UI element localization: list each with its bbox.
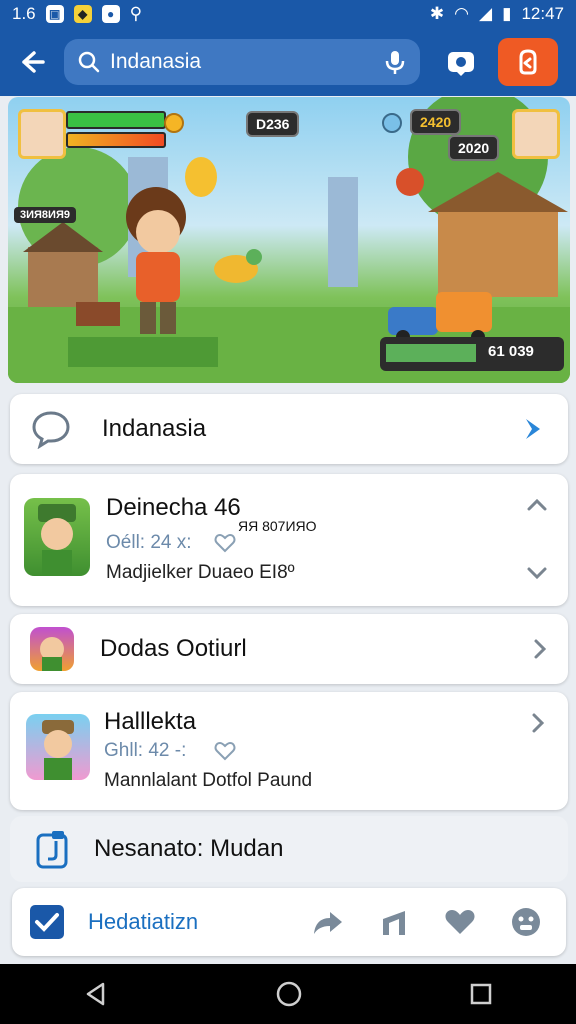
back-arrow-icon [22, 51, 45, 73]
item-subtitle: Ghll: 42 -: [104, 740, 187, 761]
hud-score: 2420 [410, 109, 462, 135]
item-title: Deinecha 46 [106, 494, 241, 521]
item-subtitle: Oéll: 24 x: [106, 532, 192, 553]
app-thumbnail [24, 498, 90, 576]
signal-icon: ◢ [479, 4, 493, 23]
checkbox-icon[interactable] [28, 903, 66, 941]
chevron-down-icon[interactable] [526, 566, 548, 580]
nav-recents-icon[interactable] [469, 982, 493, 1006]
player-avatar [18, 109, 66, 159]
item-badge: ЯЯ 807ИЯО [238, 518, 317, 534]
opponent-avatar [512, 109, 560, 159]
nav-back-icon[interactable] [83, 981, 109, 1007]
status-text: 1.6 [12, 4, 36, 23]
item-description: Madjielker Duaeo EI8º [106, 562, 295, 583]
item-description: Mannlalant Dotfol Paund [104, 770, 313, 791]
health-bar [66, 111, 166, 148]
search-query: Indanasia [110, 50, 202, 73]
share-button[interactable] [304, 902, 352, 942]
share-app-icon [519, 49, 537, 75]
nav-home-icon[interactable] [275, 980, 303, 1008]
heart-icon [445, 910, 475, 934]
list-item[interactable]: Dodas Ootiurl [10, 614, 568, 684]
app-thumbnail [26, 714, 90, 780]
battery-icon: ▮ [502, 4, 512, 23]
chevron-up-icon[interactable] [526, 498, 548, 512]
coin-icon [164, 113, 184, 133]
app-thumbnail [30, 627, 74, 671]
notice-label: Nesanato: Mudan [94, 835, 284, 862]
app-bar: Indanasia [0, 28, 576, 96]
camera-icon [448, 52, 474, 76]
game-banner[interactable]: D236 2420 2020 3ИЯ8ИЯ9 61 039 [8, 97, 570, 383]
banner-side-label: 3ИЯ8ИЯ9 [14, 207, 76, 223]
list-item[interactable]: Halllekta Ghll: 42 -: Mannlalant Dotfol … [10, 692, 568, 810]
chevron-right-icon[interactable] [530, 712, 546, 734]
status-bar: 1.6 ▣ ◆ ● ⚲ ✱ ◠ ◢ ▮ 12:47 [0, 0, 576, 28]
wifi-icon: ◠ [454, 4, 470, 23]
search-icon [78, 51, 100, 73]
back-button[interactable] [10, 40, 54, 84]
bottom-action-bar: Hedatiatizn [12, 888, 566, 956]
search-input[interactable]: Indanasia [64, 39, 420, 85]
smiley-icon [512, 908, 540, 936]
notice-row[interactable]: Nesanato: Mudan [10, 816, 568, 882]
item-title: Dodas Ootiurl [100, 635, 247, 662]
chat-bubble-icon [32, 411, 70, 449]
location-icon: ● [101, 5, 120, 23]
heart-icon[interactable] [214, 740, 236, 762]
search-result-row[interactable]: Indanasia [10, 394, 568, 464]
notification-icon: ▣ [45, 5, 64, 23]
hud-level: D236 [246, 111, 300, 137]
camera-button[interactable] [438, 39, 484, 85]
share-app-button[interactable] [498, 38, 558, 86]
list-item[interactable]: Deinecha 46 ЯЯ 807ИЯО Oéll: 24 x: Madjie… [10, 474, 568, 606]
arrow-right-icon[interactable] [520, 415, 548, 443]
profile-button[interactable] [502, 902, 550, 942]
share-icon [314, 912, 342, 934]
bottom-bar-label[interactable]: Hedatiatizn [88, 909, 286, 935]
item-title: Halllekta [104, 708, 197, 735]
notification-icon-yellow: ◆ [73, 5, 92, 23]
hud-score-secondary: 2020 [448, 135, 500, 161]
music-button[interactable] [370, 902, 418, 942]
system-nav-bar [0, 964, 576, 1024]
shield-icon [382, 113, 402, 133]
bluetooth-icon: ✱ [429, 4, 445, 23]
microphone-icon[interactable] [384, 49, 406, 75]
search-result-label: Indanasia [102, 415, 207, 442]
favorite-button[interactable] [436, 902, 484, 942]
hud-bottom-value: 61 039 [488, 343, 534, 360]
clipboard-icon [36, 831, 68, 869]
chevron-right-icon[interactable] [532, 638, 548, 660]
heart-icon[interactable] [214, 532, 236, 554]
clock: 12:47 [521, 4, 564, 23]
music-icon [383, 911, 405, 935]
usb-icon: ⚲ [129, 4, 143, 23]
